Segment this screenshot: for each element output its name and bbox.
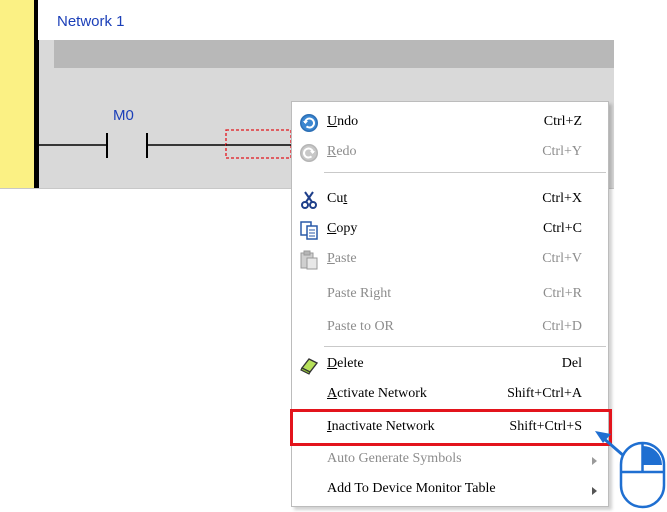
mouse-icon xyxy=(619,441,666,509)
annotation-overlay xyxy=(595,431,666,509)
